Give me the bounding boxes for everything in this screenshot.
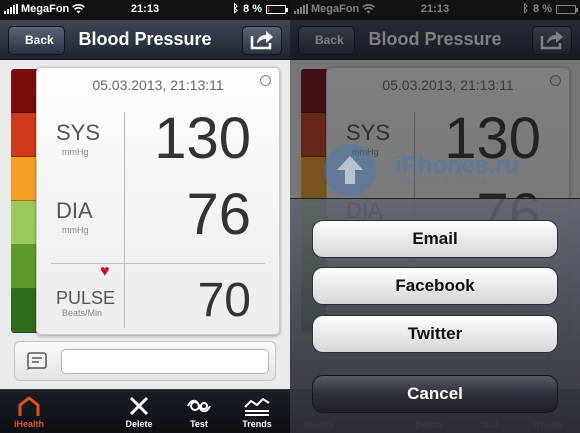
share-action-sheet: Email Facebook Twitter Cancel: [290, 198, 580, 433]
scale-segment: [11, 113, 37, 157]
reading-datetime: 05.03.2013, 21:13:11: [92, 77, 224, 93]
cancel-button[interactable]: Cancel: [312, 375, 558, 413]
tab-label: Trends: [242, 419, 272, 429]
phone-screen-left: MegaFon 21:13 ᛒ 8 % Back Blood Pressure …: [0, 0, 290, 433]
dia-unit: mmHg: [62, 225, 89, 235]
watermark-subtitle: НОВОСТИ И СОВЕТЫ: [401, 180, 489, 186]
tab-label: iHealth: [13, 419, 44, 429]
sys-label: SYS: [56, 120, 101, 145]
note-row: [14, 341, 276, 381]
select-radio[interactable]: [260, 75, 271, 86]
sys-unit: mmHg: [62, 147, 89, 157]
tab-ihealth[interactable]: iHealth: [0, 390, 58, 433]
scale-segment: [11, 201, 37, 245]
twitter-button[interactable]: Twitter: [312, 315, 558, 353]
tab-trends[interactable]: Trends: [228, 390, 286, 433]
tab-bar: iHealth Delete Test Trends: [0, 389, 290, 433]
tab-test[interactable]: Test: [170, 390, 228, 433]
heart-icon: ♥: [100, 263, 110, 280]
navigation-bar: Back Blood Pressure: [0, 20, 290, 60]
scale-segment: [11, 289, 37, 333]
trends-icon: [244, 397, 270, 416]
scale-segment: [11, 245, 37, 289]
share-icon: [250, 31, 273, 50]
battery-percent: 8 %: [243, 3, 262, 15]
page-title: Blood Pressure: [78, 29, 212, 49]
watermark-logo-icon: [324, 144, 376, 196]
tab-delete[interactable]: Delete: [110, 390, 168, 433]
reading-card: 05.03.2013, 21:13:11 SYS mmHg 130 DIA mm…: [36, 67, 280, 335]
status-right: ᛒ 8 %: [232, 3, 288, 15]
facebook-button[interactable]: Facebook: [312, 267, 558, 305]
pulse-label: PULSE: [56, 288, 116, 308]
delete-icon: [129, 396, 149, 416]
pulse-value: 70: [197, 274, 251, 327]
email-button[interactable]: Email: [312, 220, 558, 258]
horizontal-divider: [51, 263, 265, 264]
note-icon[interactable]: [25, 351, 49, 371]
back-button-label: Back: [25, 33, 54, 47]
scale-segment: [11, 69, 37, 113]
back-button[interactable]: Back: [8, 26, 65, 55]
test-icon: [187, 399, 211, 413]
bp-color-scale: [11, 69, 37, 333]
watermark-text: iPhones.ru: [395, 152, 520, 179]
battery-icon: [266, 4, 288, 14]
watermark: iPhones.ru НОВОСТИ И СОВЕТЫ: [315, 140, 555, 200]
bluetooth-icon: ᛒ: [232, 3, 240, 15]
pulse-unit: Beats/Min: [62, 308, 103, 318]
tab-label: Delete: [125, 419, 153, 429]
share-button[interactable]: [242, 26, 282, 55]
sys-value: 130: [154, 106, 251, 171]
dia-label: DIA: [56, 198, 93, 223]
home-icon: [18, 396, 40, 416]
note-input[interactable]: [61, 349, 269, 374]
vertical-divider: [124, 112, 125, 328]
tab-label: Test: [190, 419, 208, 429]
dia-value: 76: [186, 182, 251, 247]
scale-segment: [11, 157, 37, 201]
status-bar: MegaFon 21:13 ᛒ 8 %: [0, 0, 290, 20]
phone-screen-right: MegaFon 21:13 ᛒ 8 % Back Blood Pressure …: [290, 0, 580, 433]
